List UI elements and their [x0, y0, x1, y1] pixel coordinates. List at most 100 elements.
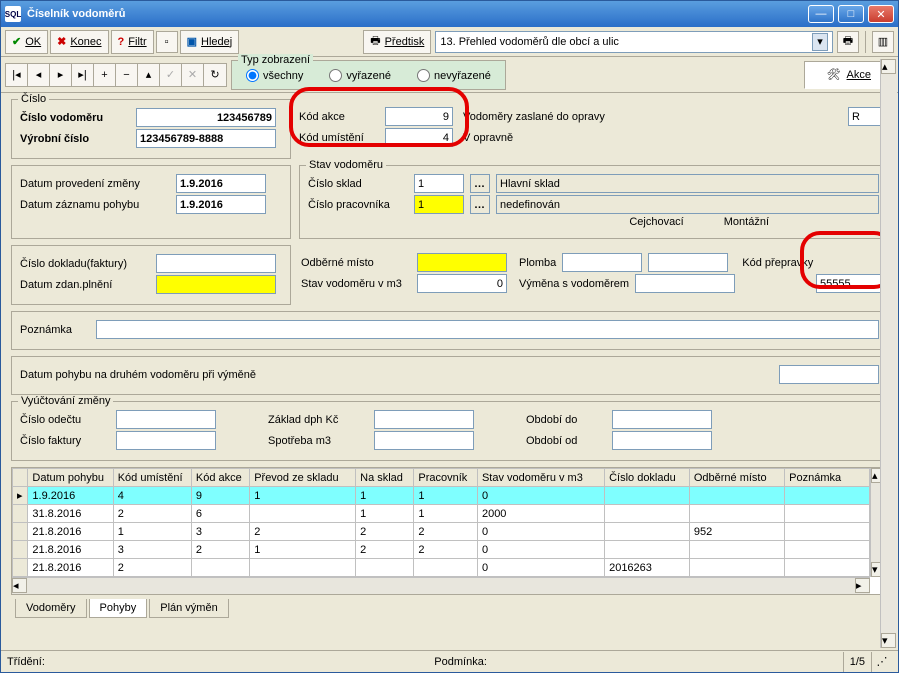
- label-datum-prov: Datum provedení změny: [20, 178, 170, 190]
- prepravka-input[interactable]: [816, 274, 886, 293]
- col-header[interactable]: Kód umístění: [113, 469, 191, 487]
- label-datum-zaz: Datum záznamu pohybu: [20, 199, 170, 211]
- predtisk-button[interactable]: 🖶 Předtisk: [363, 30, 431, 54]
- label-pracovnik: Číslo pracovníka: [308, 199, 408, 211]
- plomba-mont-input[interactable]: [648, 253, 728, 272]
- radio-nevyrazene[interactable]: nevyřazené: [417, 69, 491, 82]
- vymena-input[interactable]: [635, 274, 735, 293]
- resize-grip-icon[interactable]: ⋰: [872, 655, 892, 668]
- report-combo[interactable]: 13. Přehled vodoměrů dle obcí a ulic ▾: [435, 31, 833, 53]
- table-row[interactable]: ▸1.9.2016491110: [13, 487, 870, 505]
- label-obod: Období od: [526, 435, 606, 447]
- col-header[interactable]: Číslo dokladu: [605, 469, 690, 487]
- col-header[interactable]: Stav vodoměru v m3: [477, 469, 604, 487]
- col-header[interactable]: Poznámka: [785, 469, 870, 487]
- pohyby-grid[interactable]: Datum pohybuKód umístěníKód akcePřevod z…: [11, 467, 888, 595]
- pracovnik-lookup-button[interactable]: …: [470, 195, 490, 214]
- misto-input[interactable]: [417, 253, 507, 272]
- poznamka-input[interactable]: [96, 320, 879, 339]
- minimize-button[interactable]: —: [808, 5, 834, 23]
- col-header[interactable]: Převod ze skladu: [250, 469, 356, 487]
- sklad-lookup-button[interactable]: …: [470, 174, 490, 193]
- stav-legend: Stav vodoměru: [306, 159, 386, 171]
- filtr-button[interactable]: ? Filtr: [111, 30, 154, 54]
- add-button[interactable]: +: [94, 64, 116, 86]
- status-trideni: Třídění:: [7, 656, 45, 668]
- refresh-button[interactable]: ↻: [204, 64, 226, 86]
- col-header[interactable]: Pracovník: [414, 469, 478, 487]
- cancel-button[interactable]: ✕: [182, 64, 204, 86]
- typ-legend: Typ zobrazení: [238, 54, 313, 66]
- kod-akce-input[interactable]: [385, 107, 453, 126]
- filter-clear-icon[interactable]: ▫: [156, 31, 178, 53]
- label-zaklad: Základ dph Kč: [268, 414, 368, 426]
- tab-plan[interactable]: Plán výměn: [149, 599, 228, 618]
- post-button[interactable]: ✓: [160, 64, 182, 86]
- col-header[interactable]: Datum pohybu: [28, 469, 113, 487]
- prev-button[interactable]: ◂: [28, 64, 50, 86]
- table-row[interactable]: 31.8.201626112000: [13, 505, 870, 523]
- label-vymena: Výměna s vodoměrem: [519, 278, 629, 290]
- stavm3-input[interactable]: [417, 274, 507, 293]
- label-stavm3: Stav vodoměru v m3: [301, 278, 411, 290]
- table-row[interactable]: 21.8.2016321220: [13, 541, 870, 559]
- radio-vyrazene[interactable]: vyřazené: [329, 69, 391, 82]
- spotreba-input[interactable]: [374, 431, 474, 450]
- window-title: Číselník vodoměrů: [27, 8, 808, 20]
- label-plomba: Plomba: [519, 257, 556, 269]
- tab-pohyby[interactable]: Pohyby: [89, 599, 148, 618]
- datum-prov-input[interactable]: [176, 174, 266, 193]
- status-bar: Třídění: Podmínka: 1/5 ⋰: [1, 650, 898, 672]
- sklad-input[interactable]: [414, 174, 464, 193]
- label-vyrobni-cislo: Výrobní číslo: [20, 133, 130, 145]
- print-icon[interactable]: 🖶: [837, 31, 859, 53]
- export-icon[interactable]: ▥: [872, 31, 894, 53]
- plomba-cejch-input[interactable]: [562, 253, 642, 272]
- close-button[interactable]: ✕: [868, 5, 894, 23]
- zaklad-input[interactable]: [374, 410, 474, 429]
- typ-zobrazeni-group: Typ zobrazení všechny vyřazené nevyřazen…: [231, 60, 506, 90]
- delete-button[interactable]: −: [116, 64, 138, 86]
- pracovnik-input[interactable]: [414, 195, 464, 214]
- tab-vodomery[interactable]: Vodoměry: [15, 599, 87, 618]
- fakt-input[interactable]: [116, 431, 216, 450]
- table-row[interactable]: 21.8.2016202016263: [13, 559, 870, 577]
- sklad-nazev: [496, 174, 879, 193]
- odectu-input[interactable]: [116, 410, 216, 429]
- col-header[interactable]: Odběrné místo: [689, 469, 784, 487]
- label-sklad: Číslo sklad: [308, 178, 408, 190]
- obod-input[interactable]: [612, 431, 712, 450]
- window-scrollbar[interactable]: ▴▾: [880, 59, 897, 648]
- radio-vsechny[interactable]: všechny: [246, 69, 303, 82]
- vyrobni-cislo-input[interactable]: [136, 129, 276, 148]
- konec-button[interactable]: ✖ Konec: [50, 30, 108, 54]
- record-nav: |◂ ◂ ▸ ▸| + − ▴ ✓ ✕ ↻: [5, 63, 227, 87]
- datum-zaz-input[interactable]: [176, 195, 266, 214]
- label-misto: Odběrné místo: [301, 257, 411, 269]
- col-header[interactable]: Na sklad: [356, 469, 414, 487]
- next-button[interactable]: ▸: [50, 64, 72, 86]
- scroll-right-icon[interactable]: ▸: [855, 578, 870, 593]
- app-icon: SQL: [5, 6, 21, 22]
- hledej-button[interactable]: ▣ Hledej: [180, 30, 240, 54]
- maximize-button[interactable]: □: [838, 5, 864, 23]
- first-button[interactable]: |◂: [6, 64, 28, 86]
- datum-druhy-input[interactable]: [779, 365, 879, 384]
- last-button[interactable]: ▸|: [72, 64, 94, 86]
- obdo-input[interactable]: [612, 410, 712, 429]
- kod-umisteni-input[interactable]: [385, 128, 453, 147]
- col-header[interactable]: Kód akce: [191, 469, 249, 487]
- label-kod-umisteni: Kód umístění: [299, 132, 379, 144]
- label-prepravka: Kód přepravky: [742, 257, 813, 269]
- table-row[interactable]: 21.8.2016132220952: [13, 523, 870, 541]
- scroll-left-icon[interactable]: ◂: [12, 578, 27, 593]
- zdan-input[interactable]: [156, 275, 276, 294]
- edit-button[interactable]: ▴: [138, 64, 160, 86]
- cislo-vodomeru-input[interactable]: [136, 108, 276, 127]
- status-podminka: Podmínka:: [434, 656, 487, 668]
- doklad-input[interactable]: [156, 254, 276, 273]
- cislo-legend: Číslo: [18, 93, 49, 105]
- label-cejch: Cejchovací: [629, 216, 683, 228]
- ok-button[interactable]: ✔ OK: [5, 30, 48, 54]
- chevron-down-icon[interactable]: ▾: [812, 33, 828, 51]
